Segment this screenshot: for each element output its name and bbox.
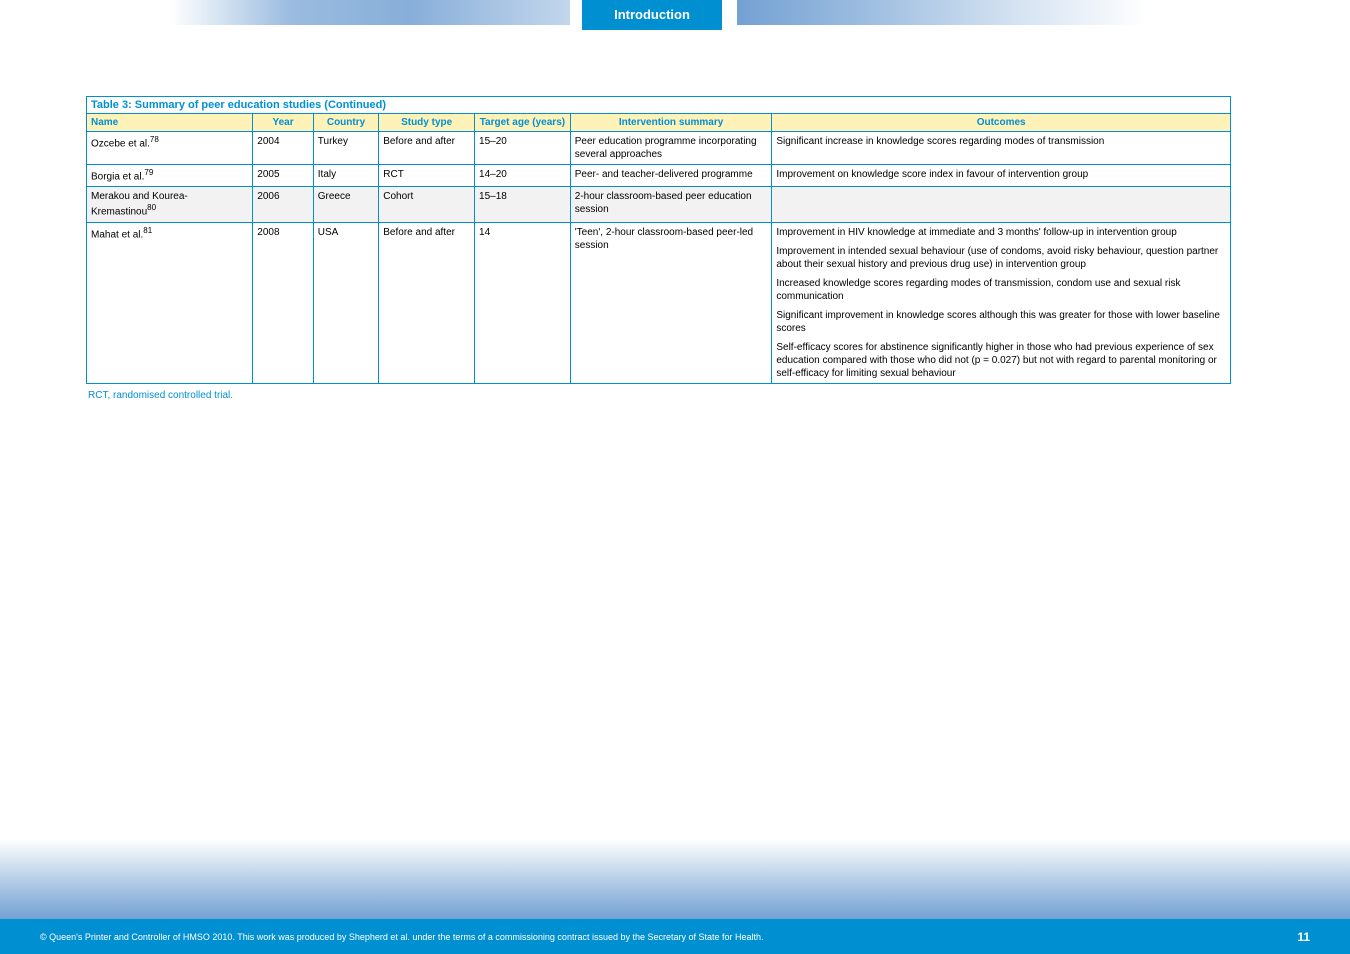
bottom-banner: © Queen's Printer and Controller of HMSO… [0, 834, 1350, 954]
cell-age: 14–20 [475, 165, 571, 187]
col-intervention: Intervention summary [570, 114, 772, 132]
outcome-item: Increased knowledge scores regarding mod… [776, 277, 1226, 303]
top-gradient-right [737, 0, 1147, 25]
cell-type: Before and after [379, 132, 475, 165]
col-outcomes: Outcomes [772, 114, 1231, 132]
cell-country: Greece [313, 187, 379, 222]
col-name: Name [87, 114, 253, 132]
cell-age: 15–20 [475, 132, 571, 165]
cell-name: Mahat et al.81 [87, 222, 253, 383]
cell-intervention: 'Teen', 2-hour classroom-based peer-led … [570, 222, 772, 383]
table-row: Merakou and Kourea-Kremastinou80 2006 Gr… [87, 187, 1231, 222]
col-year: Year [253, 114, 313, 132]
outcome-item: Self-efficacy scores for abstinence sign… [776, 341, 1226, 380]
table-footnote: RCT, randomised controlled trial. [86, 390, 1231, 401]
cell-year: 2004 [253, 132, 313, 165]
top-banner: Introduction [0, 0, 1350, 30]
bottom-bar: © Queen's Printer and Controller of HMSO… [0, 919, 1350, 954]
cell-outcomes [772, 187, 1231, 222]
table-row: Borgia et al.79 2005 Italy RCT 14–20 Pee… [87, 165, 1231, 187]
cell-intervention: Peer- and teacher-delivered programme [570, 165, 772, 187]
outcome-item: Improvement in intended sexual behaviour… [776, 245, 1226, 271]
cell-type: Before and after [379, 222, 475, 383]
cell-country: USA [313, 222, 379, 383]
cell-year: 2008 [253, 222, 313, 383]
col-age: Target age (years) [475, 114, 571, 132]
cell-year: 2006 [253, 187, 313, 222]
outcome-item: Improvement in HIV knowledge at immediat… [776, 226, 1226, 239]
cell-outcomes: Significant increase in knowledge scores… [772, 132, 1231, 165]
cell-name: Borgia et al.79 [87, 165, 253, 187]
cell-type: RCT [379, 165, 475, 187]
outcome-item: Significant improvement in knowledge sco… [776, 309, 1226, 335]
summary-table: Table 3: Summary of peer education studi… [86, 96, 1231, 384]
cell-outcomes: Improvement in HIV knowledge at immediat… [772, 222, 1231, 383]
table-title: Table 3: Summary of peer education studi… [87, 97, 1231, 114]
cell-country: Italy [313, 165, 379, 187]
table-title-row: Table 3: Summary of peer education studi… [87, 97, 1231, 114]
top-gradient-left [170, 0, 570, 25]
cell-outcomes: Improvement on knowledge score index in … [772, 165, 1231, 187]
footer-page-number: 11 [1297, 930, 1310, 944]
bottom-gradient [0, 839, 1350, 919]
table-container: Table 3: Summary of peer education studi… [86, 96, 1231, 401]
cell-name: Merakou and Kourea-Kremastinou80 [87, 187, 253, 222]
table-row: Mahat et al.81 2008 USA Before and after… [87, 222, 1231, 383]
footer-copyright: © Queen's Printer and Controller of HMSO… [40, 932, 764, 942]
table-row: Ozcebe et al.78 2004 Turkey Before and a… [87, 132, 1231, 165]
cell-age: 15–18 [475, 187, 571, 222]
cell-intervention: 2-hour classroom-based peer education se… [570, 187, 772, 222]
col-country: Country [313, 114, 379, 132]
cell-type: Cohort [379, 187, 475, 222]
cell-name: Ozcebe et al.78 [87, 132, 253, 165]
cell-intervention: Peer education programme incorporating s… [570, 132, 772, 165]
top-tab-introduction: Introduction [582, 0, 722, 30]
cell-country: Turkey [313, 132, 379, 165]
col-type: Study type [379, 114, 475, 132]
cell-age: 14 [475, 222, 571, 383]
table-header-row: Name Year Country Study type Target age … [87, 114, 1231, 132]
cell-year: 2005 [253, 165, 313, 187]
